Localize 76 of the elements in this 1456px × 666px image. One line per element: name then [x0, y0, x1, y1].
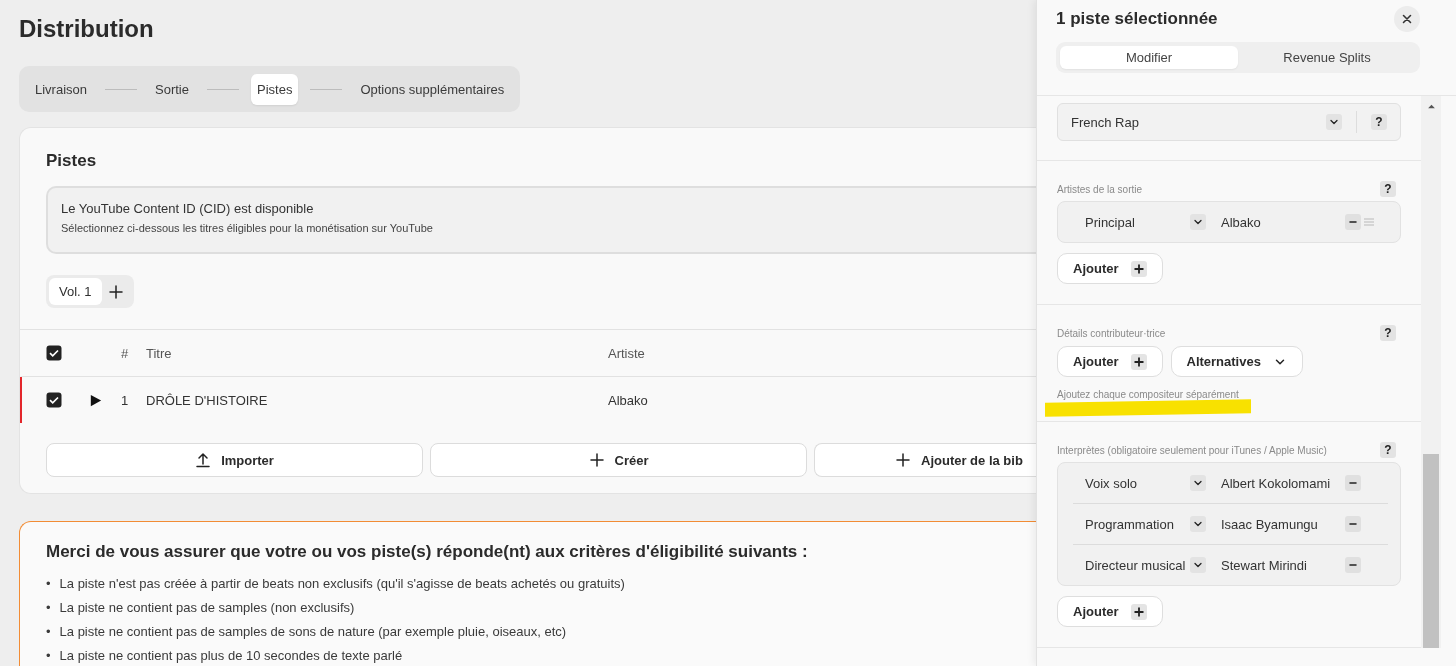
criteria-title: Merci de vous assurer que votre ou vos piste(s) réponde(nt) aux critères d'éligibilité suivants :: [46, 542, 809, 562]
card-title: Pistes: [46, 150, 98, 172]
alternatives-button[interactable]: Alternatives: [1170, 346, 1303, 377]
table-cell-text: DRÔLE D'HISTOIRE: [146, 392, 269, 408]
volume-tab[interactable]: Vol. 1: [49, 278, 102, 305]
action-button[interactable]: Importer: [46, 443, 423, 477]
play-icon[interactable]: [88, 392, 103, 408]
help-button[interactable]: ?: [1380, 325, 1396, 341]
bullet: •: [46, 624, 51, 640]
genre-select[interactable]: French Rap ?: [1057, 103, 1401, 141]
role-text: Principal: [1085, 214, 1136, 230]
checkbox[interactable]: [46, 345, 62, 361]
role-text: Voix solo: [1085, 475, 1139, 491]
help-button[interactable]: ?: [1371, 114, 1387, 130]
dropdown-button[interactable]: [1190, 475, 1206, 491]
help-button[interactable]: ?: [1380, 442, 1396, 458]
select-value: French Rap: [1071, 114, 1140, 130]
plus-icon: [1130, 260, 1147, 277]
table-cell-text: 1: [121, 392, 130, 408]
person-name: Albako: [1220, 214, 1262, 230]
column-header: #: [121, 345, 130, 361]
column-header: Titre: [146, 345, 173, 361]
plus-icon: [588, 452, 605, 468]
role-text: Directeur musical: [1085, 557, 1187, 573]
remove-button[interactable]: [1345, 475, 1361, 491]
add-volume-icon[interactable]: [107, 283, 124, 300]
hint-text: Ajoutez chaque compositeur séparément: [1057, 389, 1240, 401]
section-label: Artistes de la sortie: [1057, 183, 1143, 195]
criteria-item: La piste n'est pas créée à partir de beats non exclusifs (qu'il s'agisse de beats achetés ou gratuits): [59, 576, 625, 592]
dropdown-button[interactable]: [1190, 214, 1206, 230]
criteria-item: La piste ne contient pas de samples (non exclusifs): [59, 600, 355, 616]
criteria-item: La piste ne contient pas de samples de sons de nature (par exemple pluie, oiseaux, etc): [59, 624, 567, 640]
step-tab[interactable]: Options supplémentaires: [354, 73, 511, 105]
section-label: Interprètes (obligatoire seulement pour iTunes / Apple Music): [1057, 444, 1327, 456]
close-icon: [1400, 12, 1414, 26]
dropdown-button[interactable]: [1190, 557, 1206, 573]
scroll-up-icon[interactable]: [1426, 102, 1436, 111]
criteria-item: La piste ne contient pas plus de 10 secondes de texte parlé: [59, 648, 403, 664]
role-text: Programmation: [1085, 516, 1175, 532]
tab[interactable]: Modifier: [1060, 46, 1238, 69]
table-cell-text: Albako: [608, 392, 649, 408]
bullet: •: [46, 600, 51, 616]
step-tab[interactable]: Pistes: [251, 73, 299, 105]
help-button[interactable]: ?: [1380, 181, 1396, 197]
scrollbar[interactable]: [1421, 96, 1441, 648]
plus-icon: [1130, 603, 1147, 620]
bullet: •: [46, 648, 51, 664]
step-tab[interactable]: Livraison: [29, 73, 94, 105]
tab[interactable]: Revenue Splits: [1238, 46, 1416, 69]
dropdown-button[interactable]: [1326, 114, 1342, 130]
column-header: Artiste: [608, 345, 646, 361]
scrollbar-thumb[interactable]: [1423, 454, 1439, 648]
panel-title: 1 piste sélectionnée: [1056, 9, 1218, 29]
step-tab[interactable]: Sortie: [149, 73, 195, 105]
remove-button[interactable]: [1345, 557, 1361, 573]
add-button[interactable]: Ajouter: [1057, 346, 1163, 377]
page-title: Distribution: [19, 14, 155, 44]
remove-button[interactable]: [1345, 516, 1361, 532]
dropdown-button[interactable]: [1190, 516, 1206, 532]
person-name: Isaac Byamungu: [1220, 516, 1319, 532]
remove-button[interactable]: [1345, 214, 1361, 230]
action-button[interactable]: Créer: [430, 443, 807, 477]
upload-icon: [195, 452, 212, 468]
add-button[interactable]: Ajouter: [1057, 253, 1163, 284]
close-button[interactable]: [1394, 6, 1420, 32]
add-button[interactable]: Ajouter: [1057, 596, 1163, 627]
checkbox[interactable]: [46, 392, 62, 408]
notice-text: Sélectionnez ci-dessous les titres éligibles pour la monétisation sur YouTube: [61, 222, 434, 234]
notice-title: Le YouTube Content ID (CID) est disponible: [61, 201, 315, 216]
section-label: Détails contributeur·trice: [1057, 327, 1166, 339]
action-button[interactable]: Ajouter de la bib: [814, 443, 1036, 477]
person-name: Albert Kokolomami: [1220, 475, 1332, 491]
plus-icon: [895, 452, 911, 468]
bullet: •: [46, 576, 51, 592]
person-name: Stewart Mirindi: [1220, 557, 1308, 573]
plus-icon: [1130, 353, 1147, 370]
